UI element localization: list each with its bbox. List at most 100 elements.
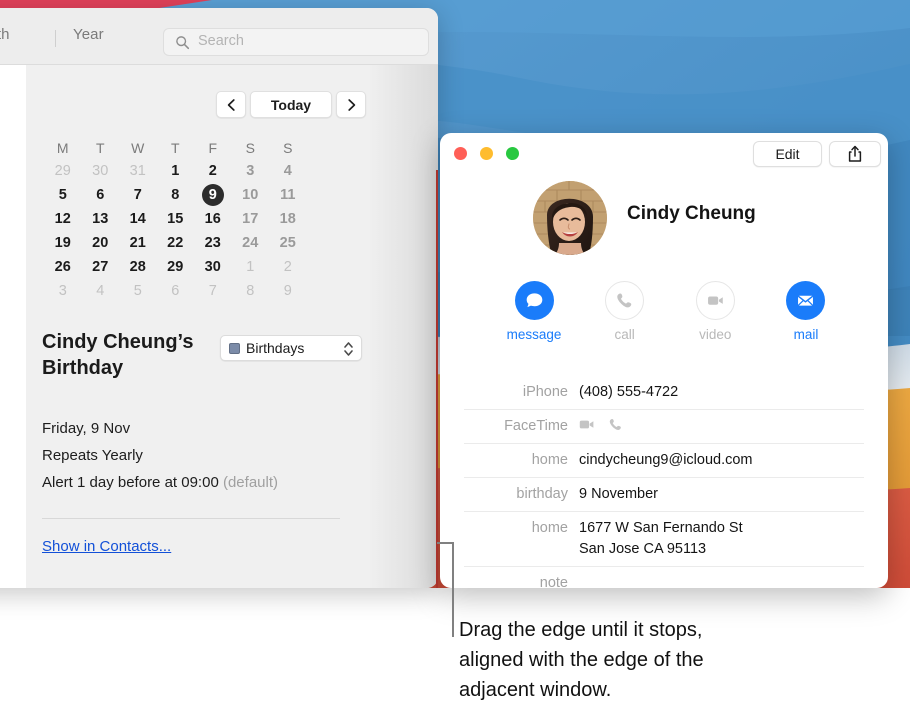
action-message-label: message xyxy=(506,327,562,342)
day-cell[interactable]: 26 xyxy=(44,255,82,279)
contact-field-value-line: San Jose CA 95113 xyxy=(579,541,707,557)
weekday-header: S xyxy=(283,140,293,156)
contact-field-row[interactable]: iPhone (408) 555-4722 xyxy=(464,376,864,410)
day-number: 3 xyxy=(246,163,255,179)
day-cell[interactable]: 21 xyxy=(119,231,157,255)
contact-field-row[interactable]: FaceTime xyxy=(464,410,864,444)
day-cell[interactable]: 3 xyxy=(232,159,270,183)
callout-leader-line xyxy=(437,542,454,637)
day-cell[interactable]: 6 xyxy=(157,279,195,303)
contact-field-row[interactable]: home 1677 W San Fernando St San Jose CA 95… xyxy=(464,512,864,567)
contact-field-row[interactable]: home cindycheung9@icloud.com xyxy=(464,444,864,478)
tab-year[interactable]: Year xyxy=(73,26,104,43)
window-drag-edge-indicator[interactable] xyxy=(436,170,438,588)
day-cell[interactable]: 7 xyxy=(194,279,232,303)
day-cell[interactable]: 17 xyxy=(232,207,270,231)
day-cell[interactable]: 22 xyxy=(157,231,195,255)
calendar-select[interactable]: Birthdays xyxy=(220,335,362,361)
day-cell[interactable]: 16 xyxy=(194,207,232,231)
action-mail-label: mail xyxy=(793,327,819,342)
day-cell[interactable]: 1 xyxy=(232,255,270,279)
day-cell[interactable]: 10 xyxy=(232,183,270,207)
action-mail[interactable]: mail xyxy=(772,281,840,342)
edit-button[interactable]: Edit xyxy=(753,141,822,167)
contact-field-value: 1677 W San Fernando St San Jose CA 95113 xyxy=(579,518,864,560)
calendar-window[interactable]: onth Year Search Today xyxy=(0,8,438,588)
message-button[interactable] xyxy=(514,281,554,320)
day-cell[interactable]: 8 xyxy=(232,279,270,303)
action-call[interactable]: call xyxy=(591,281,659,342)
day-cell[interactable]: 27 xyxy=(82,255,120,279)
day-cell[interactable]: 23 xyxy=(194,231,232,255)
caption-line-1: Drag the edge until it stops, xyxy=(459,619,703,641)
day-cell[interactable]: 8 xyxy=(157,183,195,207)
day-cell[interactable]: 4 xyxy=(269,159,307,183)
day-number: 24 xyxy=(242,235,259,251)
day-cell[interactable]: 1 xyxy=(157,159,195,183)
day-cell[interactable]: 25 xyxy=(269,231,307,255)
day-cell[interactable]: 13 xyxy=(82,207,120,231)
day-cell[interactable]: 11 xyxy=(269,183,307,207)
event-alert: Alert 1 day before at 09:00 (default) xyxy=(42,474,278,491)
day-cell[interactable]: 7 xyxy=(119,183,157,207)
search-input[interactable]: Search xyxy=(163,28,429,56)
phone-icon[interactable] xyxy=(608,417,623,432)
contact-field-value: cindycheung9@icloud.com xyxy=(579,450,864,471)
action-message[interactable]: message xyxy=(500,281,568,342)
day-cell[interactable]: 31 xyxy=(119,159,157,183)
day-cell[interactable]: 30 xyxy=(82,159,120,183)
day-cell[interactable]: 29 xyxy=(157,255,195,279)
show-in-contacts-link[interactable]: Show in Contacts... xyxy=(42,538,171,555)
day-cell[interactable]: 30 xyxy=(194,255,232,279)
day-number: 17 xyxy=(242,211,259,227)
day-cell[interactable]: 18 xyxy=(269,207,307,231)
contact-field-row[interactable]: note xyxy=(464,567,864,588)
day-number: 2 xyxy=(208,163,217,179)
tab-month[interactable]: onth xyxy=(0,26,10,43)
day-number: 4 xyxy=(96,283,105,299)
next-month-button[interactable] xyxy=(336,91,366,118)
message-bubble-icon xyxy=(526,293,542,308)
phone-icon xyxy=(617,293,632,308)
day-cell[interactable]: 6 xyxy=(82,183,120,207)
day-number: 1 xyxy=(171,163,180,179)
day-cell[interactable]: 29 xyxy=(44,159,82,183)
day-number: 7 xyxy=(208,283,217,299)
day-cell[interactable]: 15 xyxy=(157,207,195,231)
day-cell[interactable]: 5 xyxy=(119,279,157,303)
day-number: 11 xyxy=(280,187,296,203)
mail-button[interactable] xyxy=(786,281,826,320)
share-button[interactable] xyxy=(829,141,881,167)
day-cell[interactable]: 28 xyxy=(119,255,157,279)
contact-field-row[interactable]: birthday 9 November xyxy=(464,478,864,512)
day-number: 19 xyxy=(54,235,71,251)
day-cell[interactable]: 3 xyxy=(44,279,82,303)
zoom-button[interactable] xyxy=(506,147,519,160)
day-cell[interactable]: 5 xyxy=(44,183,82,207)
video-button[interactable] xyxy=(695,281,735,320)
day-number: 29 xyxy=(54,163,71,179)
action-video[interactable]: video xyxy=(681,281,749,342)
contact-field-value xyxy=(579,573,864,588)
today-button[interactable]: Today xyxy=(250,91,332,118)
day-cell[interactable]: 24 xyxy=(232,231,270,255)
day-cell[interactable]: 14 xyxy=(119,207,157,231)
contact-field-value xyxy=(579,416,864,437)
contact-field-label: note xyxy=(539,575,568,588)
video-camera-icon[interactable] xyxy=(579,418,596,432)
day-cell[interactable]: 19 xyxy=(44,231,82,255)
call-button[interactable] xyxy=(605,281,645,320)
day-cell[interactable]: 20 xyxy=(82,231,120,255)
day-cell[interactable]: 4 xyxy=(82,279,120,303)
previous-month-button[interactable] xyxy=(216,91,246,118)
day-cell[interactable]: 12 xyxy=(44,207,82,231)
day-number: 5 xyxy=(133,283,142,299)
day-cell[interactable]: 9 xyxy=(269,279,307,303)
close-button[interactable] xyxy=(454,147,467,160)
day-cell[interactable]: 2 xyxy=(269,255,307,279)
day-number: 22 xyxy=(167,235,184,251)
minimize-button[interactable] xyxy=(480,147,493,160)
day-cell[interactable]: 9 xyxy=(194,183,232,207)
day-cell[interactable]: 2 xyxy=(194,159,232,183)
contact-card-window[interactable]: Edit Cindy Cheung message call video mai… xyxy=(440,133,888,588)
